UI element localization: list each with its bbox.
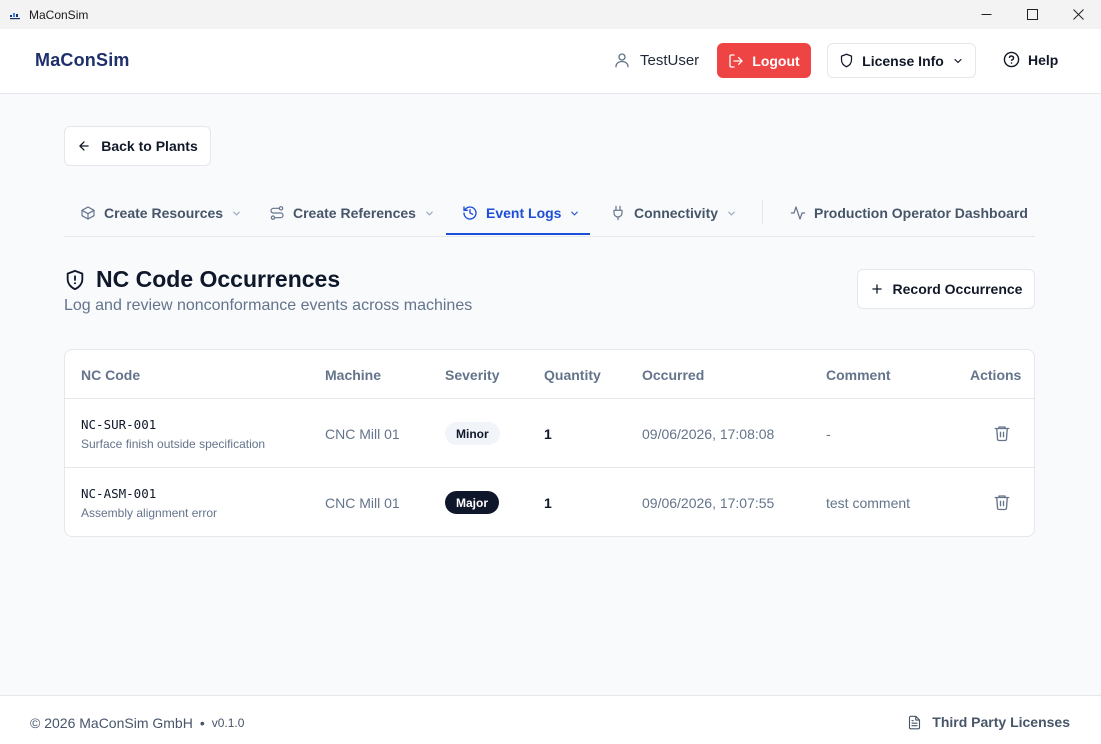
arrow-left-icon [79, 141, 89, 151]
chevron-down-icon [728, 211, 735, 216]
close-icon [1072, 9, 1084, 20]
comment-text: - [826, 426, 831, 442]
help-button[interactable]: Help [1003, 51, 1058, 68]
chevron-down-icon [954, 58, 962, 63]
license-info-button[interactable]: License Info [827, 43, 976, 78]
user-menu[interactable]: TestUser [613, 51, 699, 69]
tab-event-logs[interactable]: Event Logs [462, 190, 580, 236]
file-text-icon [909, 715, 921, 729]
column-header-comment[interactable]: Comment [826, 367, 891, 383]
severity-badge: Major [445, 491, 500, 514]
quantity-value: 1 [544, 495, 552, 511]
activity-icon [790, 206, 806, 220]
chevron-down-icon [233, 211, 240, 216]
footer-info: © 2026 MaConSim GmbH • v0.1.0 [30, 715, 244, 731]
tab-bar: Create Resources Create References Event… [64, 190, 1035, 237]
nc-code: NC-ASM-001 [81, 486, 157, 501]
license-info-label: License Info [862, 52, 944, 69]
shield-alert-icon [66, 269, 84, 290]
tab-label: Production Operator Dashboard [814, 205, 1028, 221]
table-row[interactable]: NC-SUR-001 Surface finish outside specif… [65, 399, 1034, 468]
close-window-button[interactable] [1055, 0, 1101, 29]
column-header-quantity[interactable]: Quantity [544, 367, 601, 383]
window-title: MaConSim [29, 7, 89, 22]
record-occurrence-button[interactable]: Record Occurrence [857, 269, 1035, 309]
severity-badge: Minor [445, 422, 500, 445]
logout-label: Logout [752, 52, 800, 69]
page-title: NC Code Occurrences [96, 266, 341, 292]
title-bar: MaConSim [0, 0, 1101, 29]
plus-icon [871, 284, 882, 294]
tab-divider [762, 200, 763, 224]
tab-production-operator-dashboard[interactable]: Production Operator Dashboard [790, 190, 1028, 236]
third-party-licenses-link[interactable]: Third Party Licenses [907, 714, 1070, 730]
column-header-occurred[interactable]: Occurred [642, 367, 704, 383]
tab-create-resources[interactable]: Create Resources [80, 190, 242, 236]
plug-icon [613, 205, 623, 221]
comment-text: test comment [826, 495, 911, 511]
minimize-button[interactable] [963, 0, 1009, 29]
nc-description: Assembly alignment error [81, 506, 218, 520]
quantity-value: 1 [544, 426, 552, 442]
table-row[interactable]: NC-ASM-001 Assembly alignment error CNC … [65, 468, 1034, 536]
trash-icon [994, 426, 1010, 442]
logout-button[interactable]: Logout [717, 43, 811, 78]
maximize-button[interactable] [1009, 0, 1055, 29]
nc-code: NC-SUR-001 [81, 417, 157, 432]
route-icon [270, 206, 284, 220]
back-label: Back to Plants [101, 138, 198, 154]
brand-logo[interactable]: MaConSim [35, 50, 130, 71]
occurrences-table: NC Code Machine Severity Quantity Occurr… [64, 349, 1035, 537]
table-header: NC Code Machine Severity Quantity Occurr… [65, 350, 1034, 399]
chevron-down-icon [426, 211, 433, 216]
footer-separator: • [199, 715, 205, 731]
user-icon [615, 53, 629, 68]
tab-label: Create Resources [104, 205, 224, 221]
column-header-actions: Actions [970, 367, 1022, 383]
tab-create-references[interactable]: Create References [269, 190, 435, 236]
trash-icon [994, 495, 1010, 511]
occurred-timestamp: 09/06/2026, 17:08:08 [642, 426, 775, 442]
machine-name: CNC Mill 01 [325, 426, 400, 442]
occurred-timestamp: 09/06/2026, 17:07:55 [642, 495, 775, 511]
help-circle-icon [1003, 51, 1020, 68]
column-header-nc-code[interactable]: NC Code [81, 367, 140, 383]
maximize-icon [1026, 9, 1038, 20]
tab-connectivity[interactable]: Connectivity [610, 190, 737, 236]
copyright-text: © 2026 MaConSim GmbH [30, 715, 193, 731]
licenses-label: Third Party Licenses [932, 714, 1070, 730]
help-label: Help [1028, 51, 1059, 68]
app-header: MaConSim TestUser Logout License Info He… [0, 29, 1101, 94]
version-text: v0.1.0 [211, 716, 245, 730]
column-header-machine[interactable]: Machine [325, 367, 381, 383]
record-occurrence-label: Record Occurrence [892, 281, 1023, 297]
chevron-down-icon [571, 211, 579, 216]
app-footer: © 2026 MaConSim GmbH • v0.1.0 Third Part… [0, 695, 1101, 744]
shield-icon [841, 53, 853, 68]
delete-button[interactable] [993, 424, 1011, 442]
tab-label: Event Logs [486, 205, 562, 221]
tab-label: Connectivity [634, 205, 719, 221]
tab-label: Create References [293, 205, 416, 221]
page-subtitle: Log and review nonconformance events acr… [64, 297, 473, 314]
minimize-icon [981, 14, 991, 15]
nc-description: Surface finish outside specification [81, 437, 266, 451]
back-to-plants-button[interactable]: Back to Plants [64, 126, 211, 166]
machine-name: CNC Mill 01 [325, 495, 400, 511]
app-icon [10, 12, 20, 19]
delete-button[interactable] [993, 493, 1011, 511]
history-icon [463, 206, 477, 220]
active-tab-indicator [446, 233, 590, 235]
box-icon [81, 206, 95, 220]
column-header-severity[interactable]: Severity [445, 367, 499, 383]
logout-icon [729, 53, 743, 68]
page-heading: NC Code Occurrences [64, 266, 340, 293]
user-name: TestUser [640, 51, 700, 69]
